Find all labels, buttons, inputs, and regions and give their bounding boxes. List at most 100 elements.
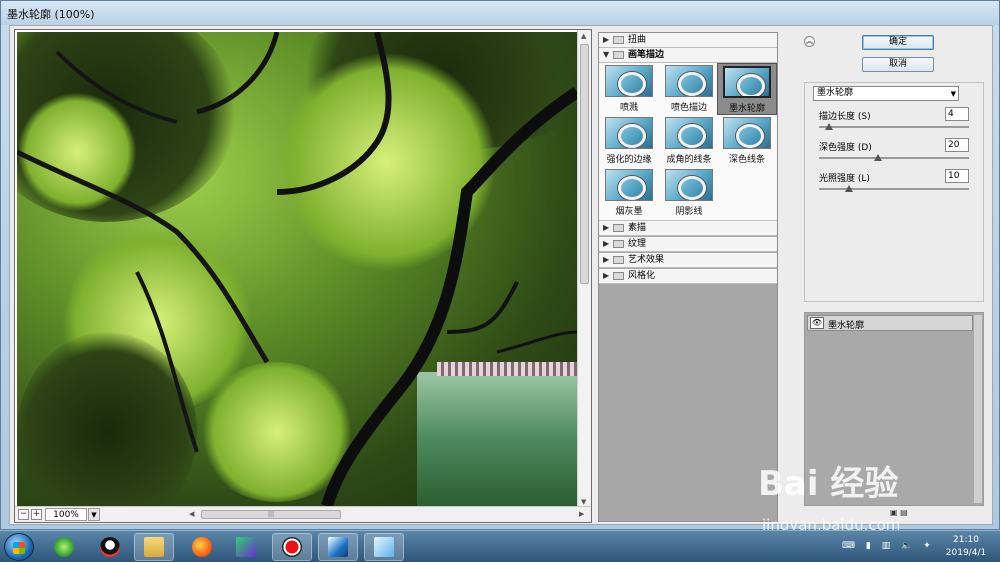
delete-effect-layer-icon[interactable]: ▤ <box>900 508 908 517</box>
taskbar-app-photoshop[interactable] <box>318 533 358 561</box>
filter-preview-icon <box>723 117 771 149</box>
keyboard-icon[interactable]: ⌨ <box>842 541 859 551</box>
filter-settings-panel: 墨水轮廓 ▼ 描边长度 (S) 4 深色强度 (D) 20 光照强度 (L) 10 <box>804 82 984 302</box>
branch-lines <box>17 32 577 506</box>
start-button[interactable] <box>4 533 34 561</box>
network-icon[interactable]: ▥ <box>882 541 895 551</box>
horizontal-scroll-thumb[interactable]: ||| <box>201 510 341 519</box>
filter-thumbnail-label: 喷溅 <box>619 103 638 113</box>
chevron-down-icon: ▼ <box>950 90 956 98</box>
filter-category-label: 扭曲 <box>628 35 647 45</box>
title-bar[interactable]: 墨水轮廓 (100%) <box>1 1 999 25</box>
parameter-value-input[interactable]: 10 <box>945 169 969 183</box>
filter-preview-icon <box>665 169 713 201</box>
folder-icon <box>613 256 624 264</box>
preview-vertical-scrollbar[interactable]: ▲ ▼ <box>577 30 591 508</box>
filter-category[interactable]: ▶ 扭曲 <box>599 33 777 48</box>
filter-preview-icon <box>605 65 653 97</box>
volume-icon[interactable]: 🔈 <box>901 541 916 551</box>
zoom-level-field[interactable]: 100% <box>45 508 87 521</box>
parameter-slider-track[interactable] <box>819 154 969 161</box>
filter-thumbnail[interactable]: 强化的边缘 <box>599 117 659 165</box>
preview-panel: ▲ ▼ − + 100% ▼ ◀ ||| ▶ <box>14 29 592 523</box>
slider-knob[interactable] <box>824 123 833 130</box>
taskbar-app-qq[interactable] <box>90 533 130 561</box>
watermark-brand: Bai 经验 <box>758 464 899 504</box>
slider-knob[interactable] <box>845 185 854 192</box>
folder-icon <box>613 240 624 248</box>
zoom-out-button[interactable]: − <box>18 509 29 520</box>
effect-layer-name: 墨水轮廓 <box>828 321 865 331</box>
taskbar-app-recorder[interactable] <box>272 533 312 561</box>
filter-category-label: 素描 <box>628 223 647 233</box>
filter-select[interactable]: 墨水轮廓 ▼ <box>813 86 959 101</box>
filter-thumbnail[interactable]: 墨水轮廓 <box>717 63 777 115</box>
zoom-in-button[interactable]: + <box>31 509 42 520</box>
visibility-eye-icon[interactable]: 👁 <box>810 317 824 329</box>
battery-icon[interactable]: ▮ <box>866 541 875 551</box>
filter-category[interactable]: ▶ 风格化 <box>599 269 777 284</box>
parameter-value-input[interactable]: 4 <box>945 107 969 121</box>
scroll-left-arrow-icon[interactable]: ◀ <box>189 510 194 518</box>
vertical-scroll-thumb[interactable] <box>580 44 589 284</box>
taskbar-app-firefox[interactable] <box>182 533 222 561</box>
scroll-down-arrow-icon[interactable]: ▼ <box>581 498 586 506</box>
firefox-icon <box>192 537 212 557</box>
filter-category[interactable]: ▶ 素描 <box>599 221 777 236</box>
layers-scrollbar[interactable] <box>974 315 982 503</box>
zoom-dropdown-icon[interactable]: ▼ <box>88 508 100 521</box>
taskbar-app-browser[interactable] <box>44 533 84 561</box>
windows-taskbar: ⌨ ▮ ▥ 🔈 ✦ 21:10 2019/4/1 <box>0 530 1000 562</box>
filter-thumbnail[interactable]: 烟灰墨 <box>599 169 659 217</box>
preview-image[interactable] <box>17 32 577 506</box>
filter-thumbnail[interactable]: 深色线条 <box>717 117 777 165</box>
feather-icon <box>328 537 348 557</box>
parameter-label: 深色强度 (D) <box>819 143 872 153</box>
filter-category[interactable]: ▶ 纹理 <box>599 237 777 252</box>
filter-preview-icon <box>723 66 771 98</box>
clock[interactable]: 21:10 2019/4/1 <box>938 534 994 560</box>
filter-preview-icon <box>605 117 653 149</box>
taskbar-app-media[interactable] <box>226 533 266 561</box>
taskbar-app-explorer[interactable] <box>134 533 174 561</box>
window-title: 墨水轮廓 (100%) <box>7 8 95 21</box>
filter-thumbnail-label: 深色线条 <box>728 155 765 165</box>
effect-layer-row[interactable]: 👁 墨水轮廓 <box>807 315 973 331</box>
collapse-gallery-icon[interactable]: ︽ <box>804 36 815 47</box>
filter-category-label: 画笔描边 <box>628 50 665 60</box>
expand-triangle-right-icon: ▶ <box>603 223 610 232</box>
filter-category[interactable]: ▶ 艺术效果 <box>599 253 777 268</box>
notification-icon[interactable]: ✦ <box>923 541 935 551</box>
baidu-jingyan-watermark: Bai 经验 jingyan.baidu.com <box>758 456 900 534</box>
parameter-slider-track[interactable] <box>819 123 969 130</box>
system-tray: ⌨ ▮ ▥ 🔈 ✦ <box>842 541 935 551</box>
media-player-icon <box>236 537 256 557</box>
folder-icon <box>144 537 164 557</box>
filter-thumbnail-label: 强化的边缘 <box>606 155 652 165</box>
parameter-value-input[interactable]: 20 <box>945 138 969 152</box>
filter-thumbnail-label: 阴影线 <box>675 207 703 217</box>
refresh-globe-icon <box>54 537 74 557</box>
qq-penguin-icon <box>100 537 120 557</box>
filter-thumbnail[interactable]: 阴影线 <box>659 169 719 217</box>
filter-preview-icon <box>665 117 713 149</box>
filter-category-label: 艺术效果 <box>628 255 665 265</box>
slider-knob[interactable] <box>874 154 883 161</box>
scroll-right-arrow-icon[interactable]: ▶ <box>579 510 584 518</box>
scroll-up-arrow-icon[interactable]: ▲ <box>581 32 586 40</box>
filter-thumbnail[interactable]: 喷色描边 <box>659 65 719 113</box>
ok-button[interactable]: 确定 <box>862 35 934 50</box>
filter-thumbnail[interactable]: 成角的线条 <box>659 117 719 165</box>
filter-thumbnail-label: 烟灰墨 <box>615 207 643 217</box>
filter-gallery-list: ▶ 扭曲 ▼ 画笔描边喷溅 喷色描边 墨水轮廓强化的边缘 成角的线条 深色线条烟灰墨 阴影线 ▶ 素… <box>598 32 778 522</box>
parameter-slider-track[interactable] <box>819 185 969 192</box>
filter-thumbnail-label: 墨水轮廓 <box>728 104 765 114</box>
filter-thumbnail[interactable]: 喷溅 <box>599 65 659 113</box>
cancel-button[interactable]: 取消 <box>862 57 934 72</box>
filter-category[interactable]: ▼ 画笔描边 <box>599 48 777 63</box>
expand-triangle-right-icon: ▶ <box>603 35 610 44</box>
filter-thumbnails: 喷溅 喷色描边 墨水轮廓强化的边缘 成角的线条 深色线条烟灰墨 阴影线 <box>599 63 777 221</box>
taskbar-app-window[interactable] <box>364 533 404 561</box>
preview-bottom-bar: − + 100% ▼ ◀ ||| ▶ <box>15 506 591 522</box>
filter-preview-icon <box>665 65 713 97</box>
